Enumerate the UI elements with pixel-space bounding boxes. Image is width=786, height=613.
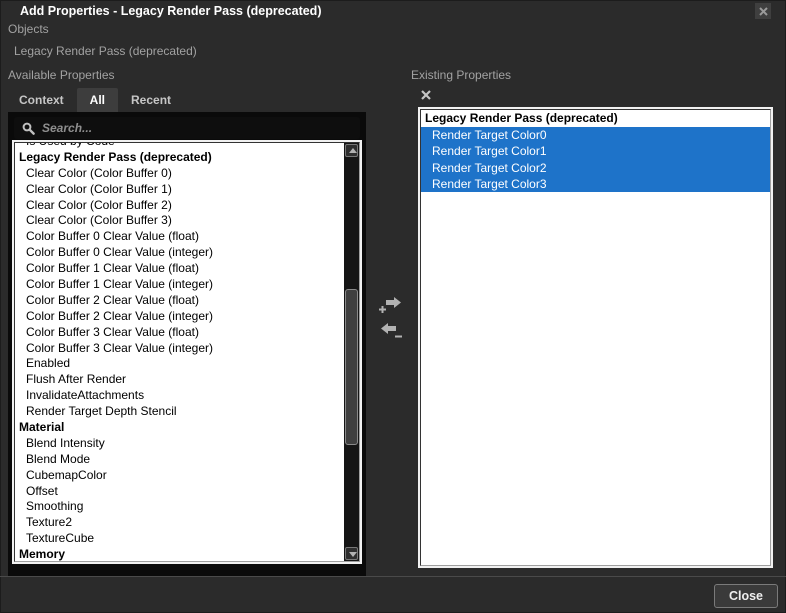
scrollbar[interactable] [344,143,359,561]
list-item[interactable]: Clear Color (Color Buffer 3) [15,213,343,229]
list-item[interactable]: Enabled [15,356,343,372]
selected-object-name: Legacy Render Pass (deprecated) [14,44,197,58]
tab[interactable]: Context [6,88,77,112]
list-item[interactable]: Color Buffer 3 Clear Value (integer) [15,341,343,357]
list-item[interactable]: Render Target Color2 [421,160,770,176]
x-icon [421,90,431,100]
list-item[interactable]: Color Buffer 1 Clear Value (integer) [15,277,343,293]
add-properties-dialog: Add Properties - Legacy Render Pass (dep… [0,0,786,613]
remove-selected-button[interactable] [419,88,433,102]
existing-group-header: Legacy Render Pass (deprecated) [421,110,770,127]
triangle-up-icon [349,148,357,153]
available-properties-list: Is Used by CodeLegacy Render Pass (depre… [12,140,362,564]
scrollbar-thumb[interactable] [345,289,358,445]
objects-label: Objects [8,22,49,36]
list-item[interactable]: Render Target Color0 [421,127,770,143]
available-tabs: ContextAllRecent [6,88,184,112]
list-item[interactable]: Is Used by Code [15,142,343,150]
list-item[interactable]: Color Buffer 2 Clear Value (integer) [15,309,343,325]
available-properties-panel: Search... Is Used by CodeLegacy Render P… [8,112,366,577]
list-item[interactable]: Flush After Render [15,372,343,388]
remove-property-arrow-button[interactable] [378,320,404,342]
list-item[interactable]: InvalidateAttachments [15,388,343,404]
list-item[interactable]: TextureCube [15,531,343,547]
list-item[interactable]: Clear Color (Color Buffer 0) [15,166,343,182]
list-item[interactable]: Render Target Color3 [421,176,770,192]
list-item[interactable]: Render Target Color1 [421,143,770,159]
available-properties-label: Available Properties [8,68,115,82]
list-item[interactable]: Offset [15,484,343,500]
list-item[interactable]: Clear Color (Color Buffer 1) [15,182,343,198]
list-item[interactable]: Memory [15,547,343,562]
existing-properties-list: Legacy Render Pass (deprecated) Render T… [418,107,773,568]
list-item[interactable]: Smoothing [15,499,343,515]
list-item[interactable]: Blend Intensity [15,436,343,452]
close-button[interactable]: Close [714,584,778,608]
list-item[interactable]: Material [15,420,343,436]
arrow-right-plus-icon [378,294,404,316]
add-property-button[interactable] [378,294,404,316]
scroll-down-button[interactable] [345,547,358,560]
window-title: Add Properties - Legacy Render Pass (dep… [20,4,321,18]
list-item[interactable]: Legacy Render Pass (deprecated) [15,150,343,166]
search-placeholder: Search... [42,121,92,135]
list-item[interactable]: Clear Color (Color Buffer 2) [15,198,343,214]
search-icon [22,122,35,135]
list-item[interactable]: Texture2 [15,515,343,531]
close-icon [759,7,768,16]
scroll-up-button[interactable] [345,144,358,157]
list-item[interactable]: CubemapColor [15,468,343,484]
list-item[interactable]: Color Buffer 3 Clear Value (float) [15,325,343,341]
list-item[interactable]: Color Buffer 0 Clear Value (float) [15,229,343,245]
existing-properties-label: Existing Properties [411,68,511,82]
list-item[interactable]: Color Buffer 1 Clear Value (float) [15,261,343,277]
triangle-down-icon [349,552,357,557]
search-input[interactable]: Search... [14,117,360,139]
list-item[interactable]: Color Buffer 0 Clear Value (integer) [15,245,343,261]
list-item[interactable]: Render Target Depth Stencil [15,404,343,420]
tab[interactable]: Recent [118,88,184,112]
list-item[interactable]: Blend Mode [15,452,343,468]
arrow-left-minus-icon [378,320,404,342]
tab[interactable]: All [77,88,118,112]
list-item[interactable]: Color Buffer 2 Clear Value (float) [15,293,343,309]
footer-divider [0,576,786,577]
window-close-button[interactable] [755,3,771,19]
